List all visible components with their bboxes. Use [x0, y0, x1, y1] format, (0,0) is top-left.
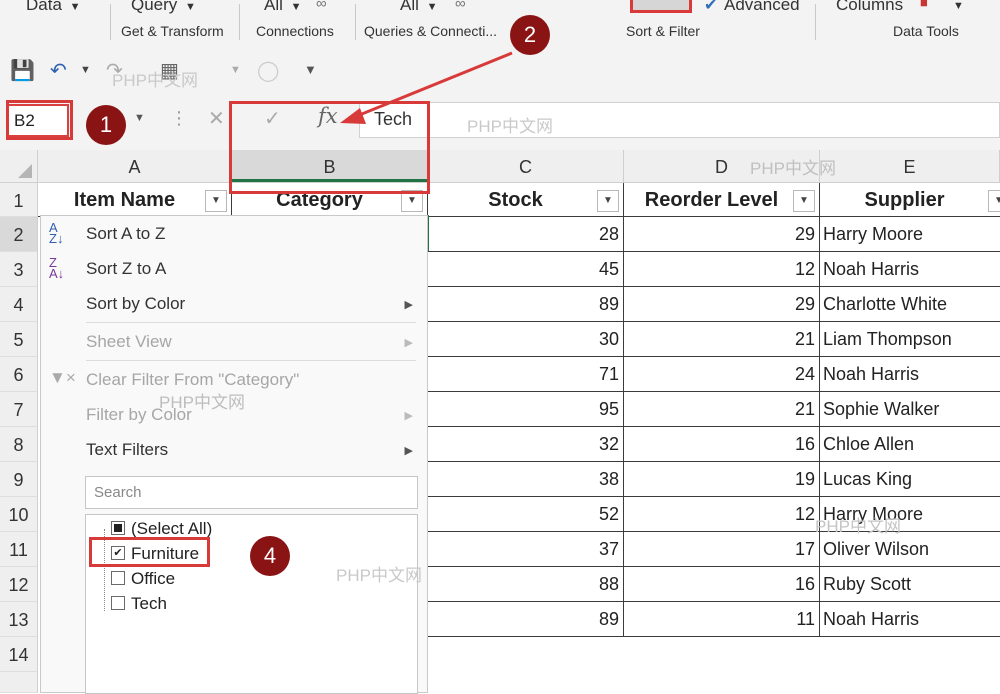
step-badge-2: 2: [510, 15, 550, 55]
step-badge-1: 1: [86, 105, 126, 145]
step-badge-4: 4: [250, 536, 290, 576]
annotation-arrow: [340, 51, 513, 124]
